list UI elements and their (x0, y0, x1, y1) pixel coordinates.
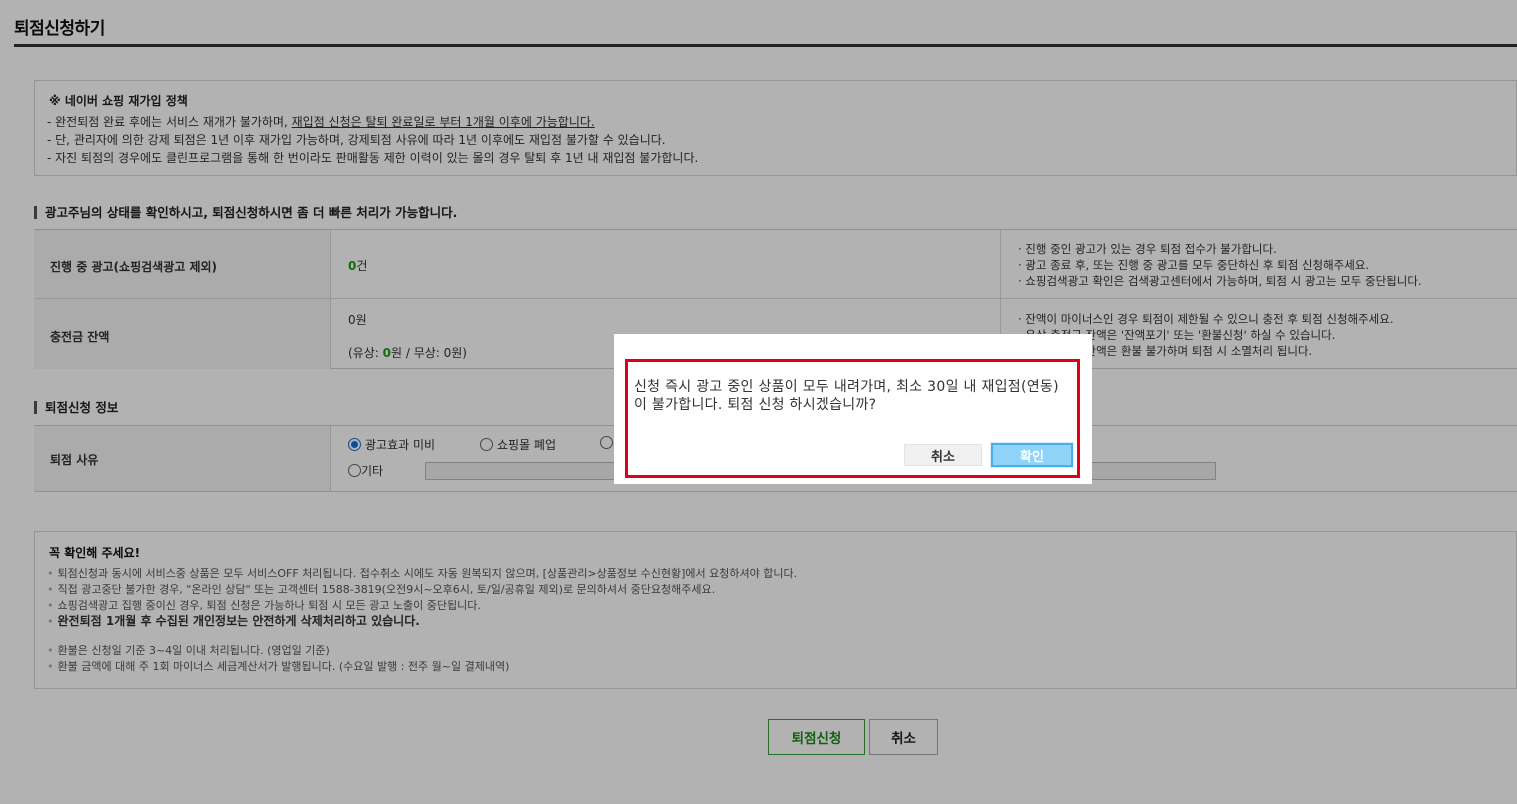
dialog-cancel-button[interactable]: 취소 (904, 444, 982, 466)
dialog-message: 신청 즉시 광고 중인 상품이 모두 내려가며, 최소 30일 내 재입점(연동… (634, 379, 1059, 413)
confirm-dialog: 신청 즉시 광고 중인 상품이 모두 내려가며, 최소 30일 내 재입점(연동… (614, 334, 1092, 484)
dialog-ok-button[interactable]: 확인 (991, 443, 1073, 467)
